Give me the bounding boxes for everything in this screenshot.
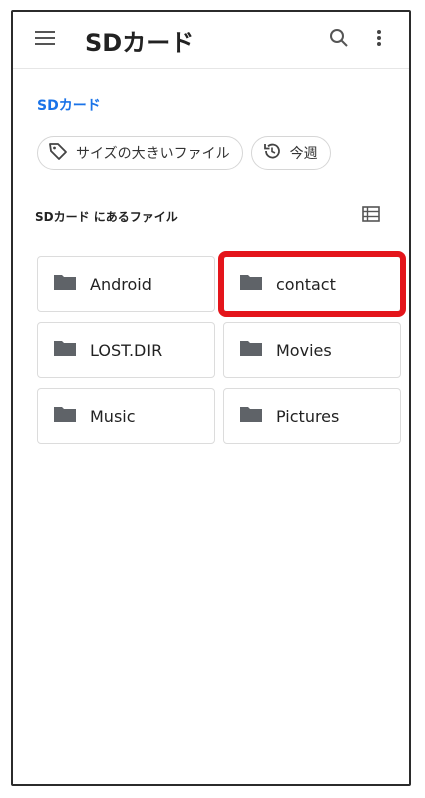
- breadcrumb[interactable]: SDカード: [37, 95, 101, 115]
- app-title: SDカード: [85, 28, 195, 57]
- search-button[interactable]: [319, 20, 359, 60]
- history-icon: [262, 141, 290, 165]
- chip-this-week[interactable]: 今週: [250, 136, 331, 170]
- list-view-icon: [362, 206, 380, 226]
- folder-name: Music: [90, 406, 136, 426]
- folder-grid: Android contact LOST.DIR Movies Music Pi…: [37, 251, 406, 444]
- more-options-button[interactable]: [359, 20, 399, 60]
- view-toggle-button[interactable]: [359, 204, 383, 228]
- filter-chips: サイズの大きいファイル 今週: [37, 136, 331, 170]
- more-vert-icon: [376, 29, 382, 51]
- folder-tile-pictures[interactable]: Pictures: [223, 388, 401, 444]
- folder-icon: [240, 339, 262, 361]
- chip-large-files[interactable]: サイズの大きいファイル: [37, 136, 243, 170]
- menu-button[interactable]: [25, 20, 65, 60]
- folder-icon: [240, 405, 262, 427]
- folder-tile-movies[interactable]: Movies: [223, 322, 401, 378]
- menu-icon: [35, 30, 55, 50]
- tag-icon: [48, 141, 76, 165]
- app-bar: SDカード: [13, 12, 409, 69]
- section-label: SDカード にあるファイル: [35, 210, 178, 224]
- chip-large-files-label: サイズの大きいファイル: [76, 146, 230, 162]
- search-icon: [329, 28, 349, 52]
- folder-icon: [240, 273, 262, 295]
- folder-tile-lost-dir[interactable]: LOST.DIR: [37, 322, 215, 378]
- folder-tile-android[interactable]: Android: [37, 256, 215, 312]
- folder-name: contact: [276, 274, 336, 294]
- folder-icon: [54, 405, 76, 427]
- folder-name: LOST.DIR: [90, 340, 163, 360]
- folder-name: Pictures: [276, 406, 340, 426]
- folder-tile-contact[interactable]: contact: [218, 251, 406, 317]
- device-screen: SDカード SDカード サイズの大きいファイル 今週 SDカード にあるファイル…: [11, 10, 411, 786]
- folder-icon: [54, 273, 76, 295]
- folder-tile-music[interactable]: Music: [37, 388, 215, 444]
- folder-icon: [54, 339, 76, 361]
- chip-this-week-label: 今週: [289, 146, 318, 162]
- folder-name: Android: [90, 274, 152, 294]
- folder-name: Movies: [276, 340, 332, 360]
